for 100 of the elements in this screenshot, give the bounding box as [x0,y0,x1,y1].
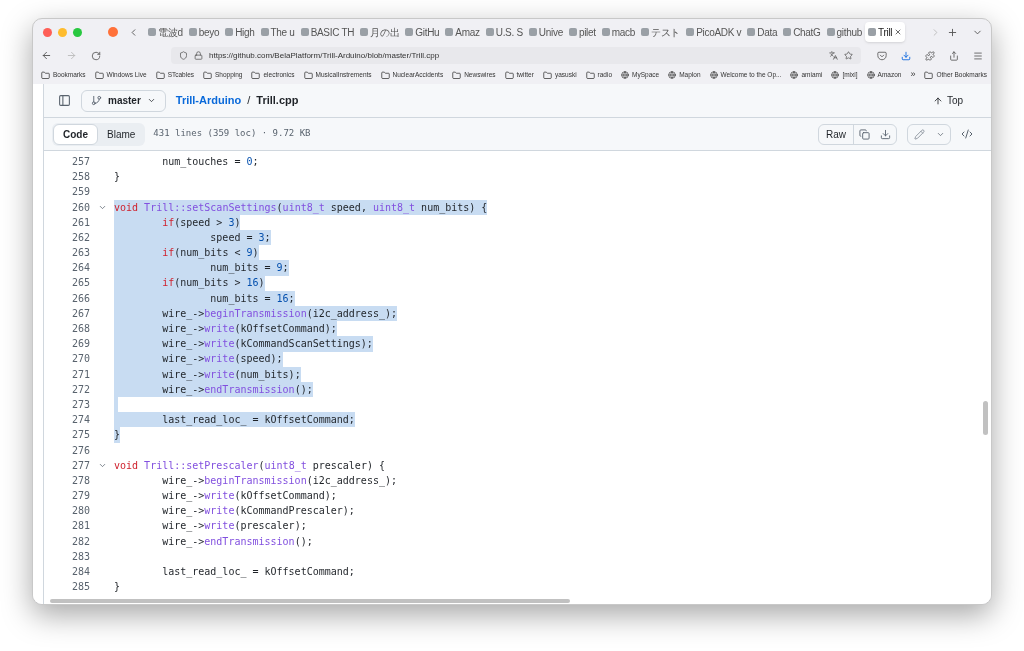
code-line: num_touches = 0; [161,154,259,170]
browser-tab[interactable]: PicoADK v [683,22,745,42]
browser-tab[interactable]: github [823,22,866,42]
close-window-icon[interactable] [43,27,52,37]
back-icon[interactable] [41,50,52,61]
shield-icon[interactable] [179,51,188,60]
tab-title: BASIC TH [310,25,355,40]
folder-icon [251,70,261,80]
folder-icon [155,70,165,80]
repo-link[interactable]: Trill-Arduino [175,92,242,109]
bookmark-star-icon[interactable] [844,51,853,60]
browser-tab[interactable]: U.S. S [482,22,526,42]
favicon-icon [601,28,610,36]
tab-title: beyo [198,25,220,40]
browser-tab[interactable]: テスト [638,22,684,42]
line-number: 262 [70,230,90,245]
sidebar-toggle-icon[interactable] [58,94,71,107]
browser-tab[interactable]: BASIC TH [297,22,358,42]
view-tab[interactable]: Blame [98,123,145,145]
favicon-icon [783,28,792,36]
browser-tab[interactable]: Amaz [442,22,483,42]
favicon-icon [641,28,650,36]
share-icon[interactable] [949,50,959,61]
browser-tab[interactable]: GitHu [402,22,443,42]
folder-icon [452,70,462,80]
more-bookmarks-button[interactable]: » [910,68,916,82]
line-number: 279 [70,489,90,504]
browser-logo-icon[interactable] [108,27,118,37]
browser-tab[interactable]: 電波d [145,22,186,42]
edit-icon[interactable] [914,128,925,140]
code-line: wire_->beginTransmission(i2c_address_); [161,473,397,489]
translate-icon[interactable] [829,51,838,60]
reload-icon[interactable] [91,50,101,61]
download-icon[interactable] [901,50,911,61]
tab-title: macb [611,25,636,40]
folder-icon [41,70,50,80]
browser-tab[interactable]: Unive [525,22,566,42]
line-number: 284 [70,565,90,579]
copy-icon[interactable] [859,128,870,140]
file-name: Trill.cpp [256,93,299,109]
code-line: wire_->endTransmission(); [161,534,313,549]
lock-icon[interactable] [194,51,203,60]
site-icon [709,71,718,79]
favicon-icon [405,28,414,36]
symbols-icon[interactable] [961,128,973,140]
tab-title: The u [270,25,295,40]
tab-title: GitHu [415,25,440,40]
folder-icon [924,70,934,80]
favicon-icon [568,28,577,36]
line-number: 267 [70,306,90,321]
browser-tab[interactable]: High [222,22,258,42]
line-number: 276 [70,443,90,458]
line-number: 261 [70,215,90,230]
top-link[interactable]: Top [932,93,963,108]
menu-icon[interactable] [973,50,983,61]
browser-tab[interactable]: Trill [865,22,906,42]
line-number: 270 [70,352,90,367]
address-bar[interactable]: https://github.com/BelaPlatform/Trill-Arduino/blob/master/Trill.cpp [171,47,861,64]
line-number: 269 [70,337,90,352]
site-icon [621,71,630,79]
line-number: 277 [70,458,90,473]
line-number: 260 [70,200,90,215]
branch-selector[interactable]: master [81,89,166,112]
site-icon [866,71,875,79]
close-tab-icon[interactable] [894,28,903,36]
line-number: 264 [70,261,90,276]
code-line: } [114,580,121,595]
line-number: 258 [70,170,90,185]
code-line: } [114,170,121,185]
browser-tab[interactable]: beyo [185,22,223,42]
browser-tab[interactable]: The u [257,22,298,42]
favicon-icon [148,28,156,36]
browser-tab[interactable]: 月の出 [357,22,403,42]
favicon-icon [300,28,309,36]
pocket-icon[interactable] [877,50,887,61]
forward-icon[interactable] [66,50,77,61]
line-number: 259 [70,185,90,200]
site-icon [668,71,677,79]
browser-tab[interactable]: macb [598,22,639,42]
line-number: 272 [70,382,90,397]
download-icon[interactable] [880,128,891,140]
extension-icon[interactable] [925,50,935,61]
tab-title: Amaz [455,25,480,40]
tab-title: U.S. S [495,25,523,40]
browser-tab[interactable]: pilet [565,22,599,42]
line-number: 280 [70,504,90,519]
line-number: 265 [70,276,90,291]
favicon-icon [826,28,835,36]
minimize-window-icon[interactable] [58,27,67,37]
favicon-icon [868,28,877,36]
arrow-up-icon [932,95,943,106]
line-number: 268 [70,322,90,336]
folder-icon [504,70,514,80]
browser-tab[interactable]: Data [744,22,781,42]
favicon-icon [485,28,494,36]
zoom-window-icon[interactable] [73,27,82,37]
browser-tab[interactable]: ChatG [780,22,824,42]
view-tab[interactable]: Code [53,123,98,145]
new-tab-icon[interactable] [947,26,958,38]
tab-title: Unive [538,25,563,40]
